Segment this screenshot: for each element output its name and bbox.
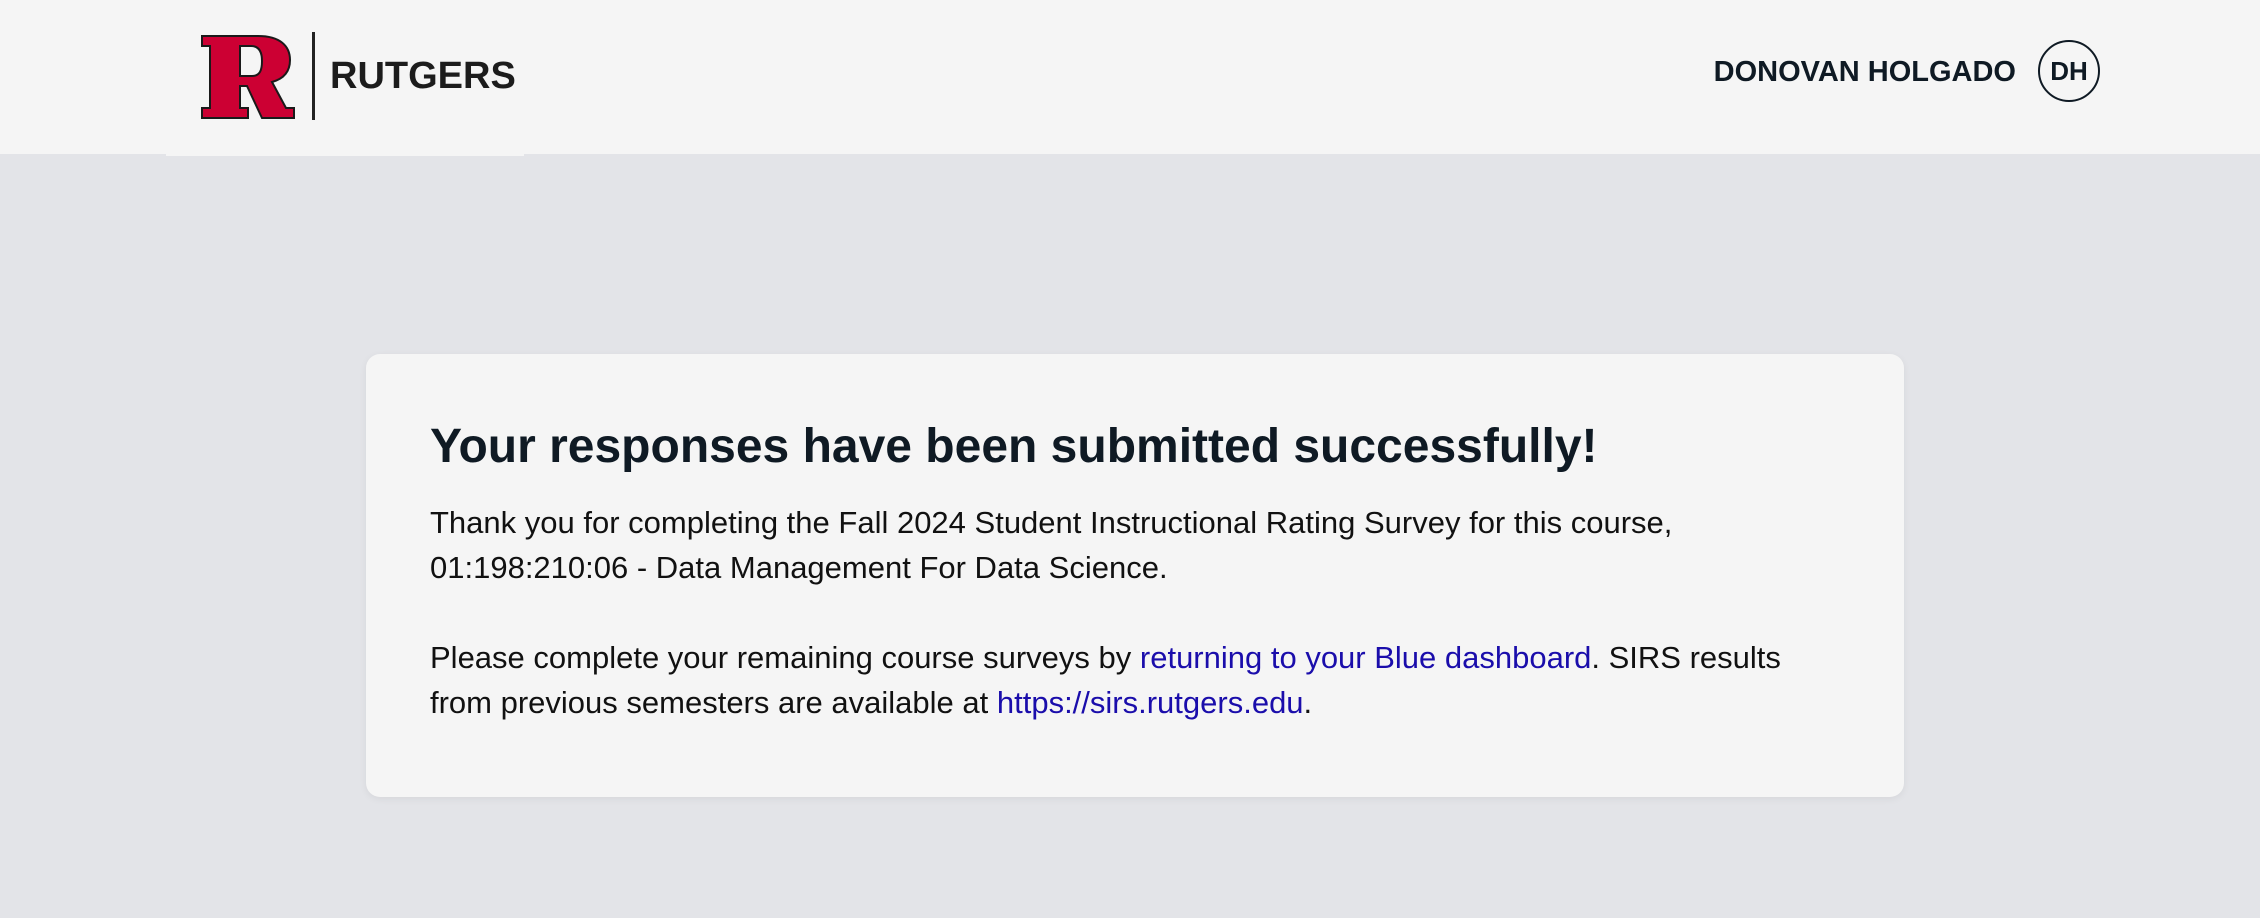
rutgers-r-logo-icon: [201, 35, 295, 119]
top-header: RUTGERS DONOVAN HOLGADO DH: [0, 0, 2260, 156]
page-title: Your responses have been submitted succe…: [430, 420, 1598, 473]
user-avatar[interactable]: DH: [2038, 40, 2100, 102]
blue-dashboard-link[interactable]: returning to your Blue dashboard: [1140, 640, 1592, 675]
confirmation-card: Your responses have been submitted succe…: [366, 354, 1904, 797]
next-steps-prefix: Please complete your remaining course su…: [430, 640, 1140, 675]
sirs-website-link[interactable]: https://sirs.rutgers.edu: [997, 685, 1304, 720]
logo-wordmark: RUTGERS: [330, 55, 516, 97]
logo-divider: [312, 32, 315, 120]
user-name[interactable]: DONOVAN HOLGADO: [1714, 52, 2016, 92]
rutgers-logo[interactable]: RUTGERS: [166, 0, 524, 156]
thank-you-message: Thank you for completing the Fall 2024 S…: [430, 505, 1673, 585]
next-steps-message: Please complete your remaining course su…: [430, 635, 1830, 725]
next-steps-suffix: .: [1303, 685, 1313, 720]
